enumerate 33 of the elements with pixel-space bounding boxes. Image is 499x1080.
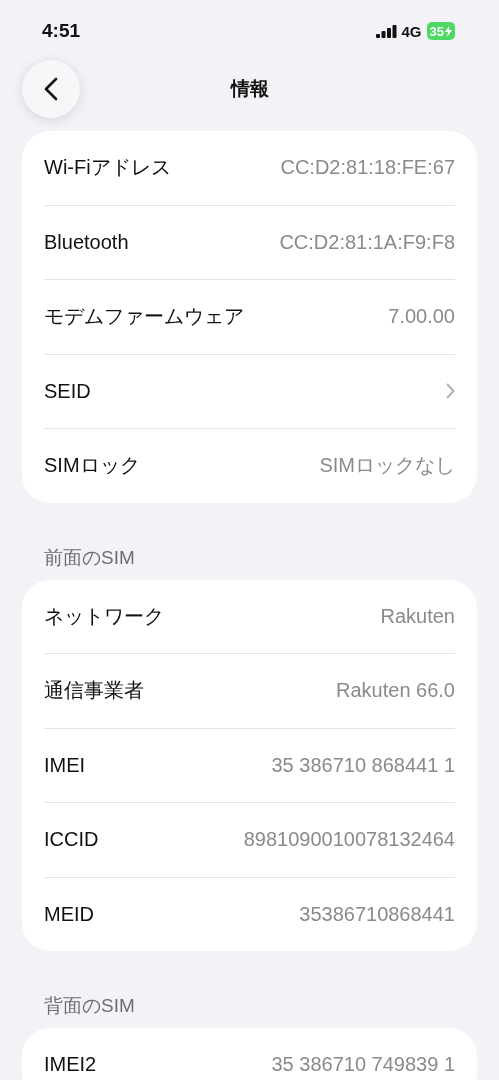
row-value: CC:D2:81:1A:F9:F8 xyxy=(279,230,455,254)
row-label: Bluetooth xyxy=(44,230,129,254)
row-label: 通信事業者 xyxy=(44,678,144,704)
row-value: 35 386710 749839 1 xyxy=(271,1053,455,1077)
row-label: IMEI2 xyxy=(44,1053,97,1077)
row-value: 7.00.00 xyxy=(388,305,455,329)
row-label: ネットワーク xyxy=(44,603,164,629)
row-label: モデムファームウェア xyxy=(44,304,244,330)
row-label: SEID xyxy=(44,379,91,403)
row-label: MEID xyxy=(44,902,94,926)
back-chevron-icon xyxy=(44,77,58,101)
chevron-icon xyxy=(446,383,455,400)
row-value: Rakuten xyxy=(380,604,455,628)
charging-bolt-icon xyxy=(445,25,452,37)
section-header: 背面のSIM xyxy=(43,994,136,1018)
status-time: 4:51 xyxy=(42,20,81,42)
page-title: 情報 xyxy=(230,77,269,101)
row-value: Rakuten 66.0 xyxy=(336,679,455,703)
row-label: SIMロック xyxy=(44,453,140,479)
section-header: 前面のSIM xyxy=(43,545,136,570)
network-type: 4G xyxy=(401,22,422,40)
row-label: IMEI xyxy=(44,753,86,777)
signal-icon xyxy=(375,24,397,38)
row-value: 8981090010078132464 xyxy=(243,828,455,852)
row-value: 35386710868441 xyxy=(299,902,455,926)
back-button[interactable] xyxy=(22,60,80,118)
row-value: 35 386710 868441 1 xyxy=(271,753,455,777)
settings-row[interactable]: SEID xyxy=(44,353,455,428)
battery-level: 35 xyxy=(429,23,444,39)
row-label: Wi-Fiアドレス xyxy=(44,155,171,181)
row-label: ICCID xyxy=(44,828,99,852)
row-value: CC:D2:81:18:FE:67 xyxy=(280,156,455,180)
row-value: SIMロックなし xyxy=(319,453,455,479)
